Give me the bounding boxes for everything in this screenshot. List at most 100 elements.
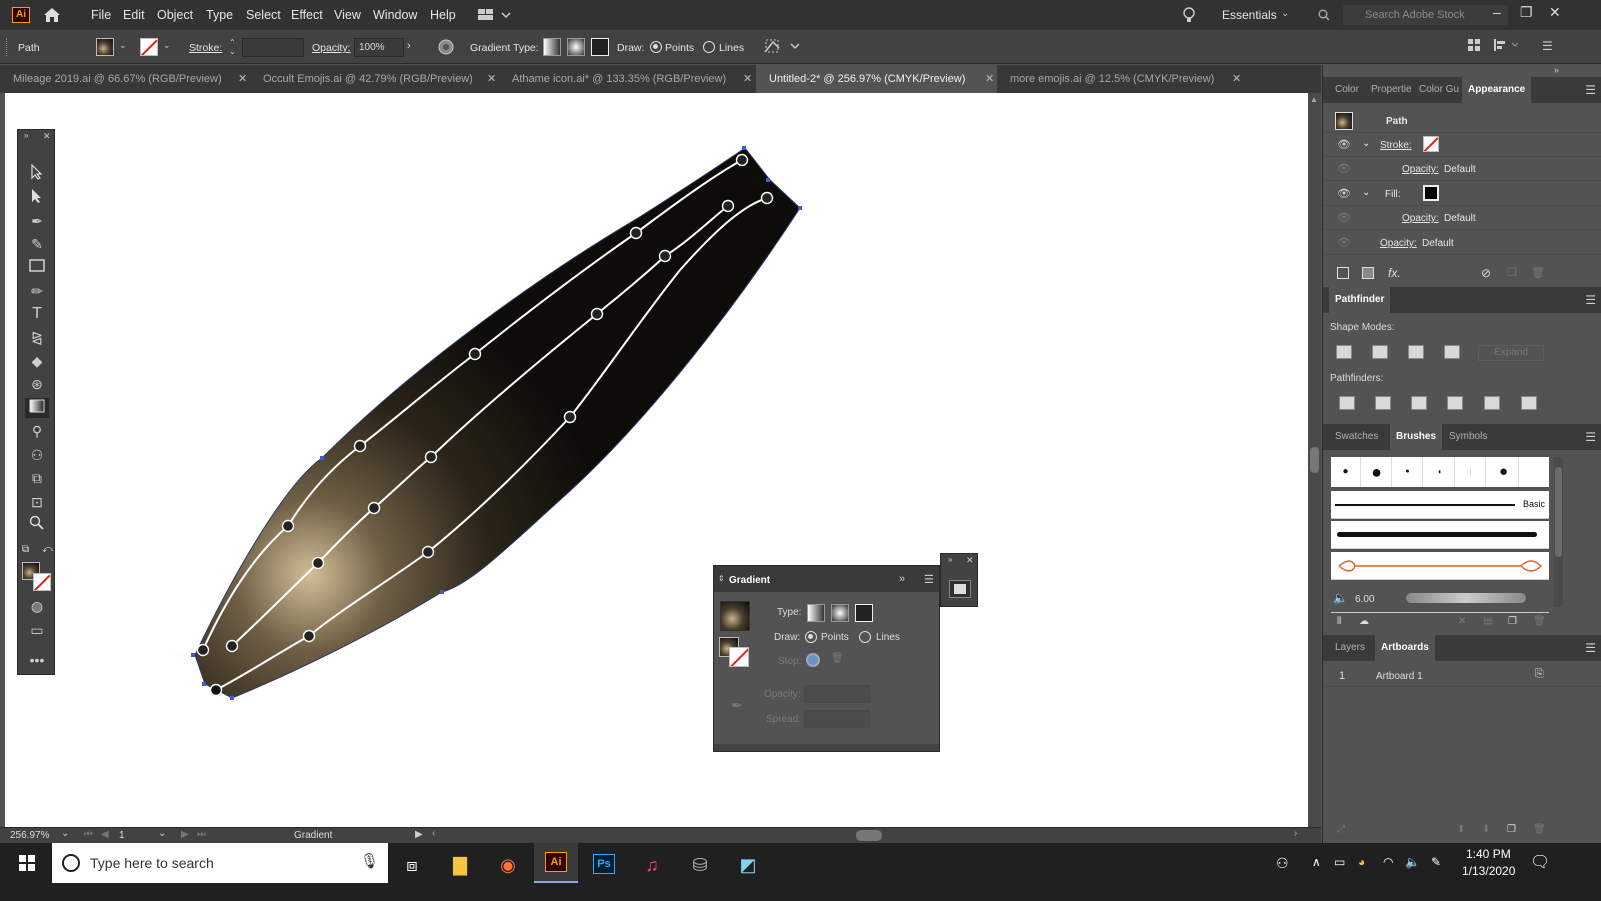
- align-panel-icon[interactable]: [1494, 39, 1522, 51]
- opacity-label[interactable]: Opacity:: [1380, 238, 1417, 249]
- brush-cell[interactable]: |: [1456, 457, 1486, 487]
- people-icon[interactable]: ⚇: [1276, 855, 1289, 872]
- pen-tool-icon[interactable]: ✒: [25, 211, 49, 231]
- exclude-button[interactable]: [1444, 345, 1460, 359]
- artwork[interactable]: [0, 0, 1308, 827]
- artboard-name[interactable]: Artboard 1: [1376, 671, 1423, 682]
- move-up-icon[interactable]: ⬆: [1457, 824, 1465, 835]
- blade-shape[interactable]: [194, 147, 801, 699]
- pen-tray-icon[interactable]: ✎: [1431, 855, 1441, 869]
- scroll-left-arrow-icon[interactable]: ‹: [432, 828, 435, 839]
- horizontal-scroll-thumb[interactable]: [856, 830, 882, 841]
- expand-button[interactable]: Expand: [1478, 345, 1544, 361]
- drawing-mode-icon[interactable]: ◍: [25, 596, 49, 616]
- tab-appearance[interactable]: Appearance: [1462, 77, 1532, 103]
- selection-tool-icon[interactable]: [25, 163, 49, 184]
- freeform-gradient-button[interactable]: [855, 604, 873, 622]
- screen-mode-icon[interactable]: ▭: [25, 620, 49, 640]
- minus-back-button[interactable]: [1521, 396, 1537, 410]
- linear-gradient-button[interactable]: [807, 604, 825, 622]
- gradient-panel-toggle-icon[interactable]: [949, 580, 971, 598]
- expand-panel-icon[interactable]: »: [948, 555, 952, 564]
- taskbar-search-input[interactable]: Type here to search: [90, 855, 214, 871]
- eyedropper-icon[interactable]: ✒: [731, 697, 743, 714]
- illustrator-taskbar-icon[interactable]: Ai: [534, 843, 578, 883]
- toolbox-stroke-swatch[interactable]: [33, 573, 51, 591]
- close-panel-icon[interactable]: ✕: [966, 555, 974, 566]
- brush-cell[interactable]: ●: [1393, 457, 1423, 487]
- clock-time[interactable]: 1:40 PM: [1466, 847, 1511, 861]
- clock-date[interactable]: 1/13/2020: [1462, 864, 1515, 878]
- brush-options-icon[interactable]: ▤: [1483, 616, 1492, 627]
- layers-panel-menu-icon[interactable]: ☰: [1585, 641, 1596, 655]
- opacity-label[interactable]: Opacity:: [1402, 213, 1439, 224]
- new-brush-icon[interactable]: ❐: [1508, 616, 1517, 627]
- rearrange-artboards-icon[interactable]: ⤢: [1337, 824, 1345, 835]
- tab-color-guide[interactable]: Color Gu: [1413, 77, 1465, 103]
- gradient-stop-color-icon[interactable]: [806, 653, 820, 667]
- brush-cell[interactable]: ◖: [1425, 457, 1455, 487]
- tab-pathfinder[interactable]: Pathfinder: [1329, 287, 1391, 313]
- itunes-icon[interactable]: ♫: [630, 850, 674, 880]
- delete-stop-icon[interactable]: 🗑: [831, 653, 844, 664]
- task-view-icon[interactable]: ⧈: [390, 850, 434, 880]
- libraries-panel-icon[interactable]: ☁: [1359, 616, 1369, 627]
- brushes-scroll-thumb[interactable]: [1555, 467, 1562, 557]
- direct-selection-tool-icon[interactable]: [25, 188, 49, 208]
- width-tool-icon[interactable]: ⊛: [25, 374, 49, 394]
- divide-button[interactable]: [1339, 396, 1355, 410]
- gradient-opacity-field[interactable]: [804, 685, 870, 703]
- first-artboard-icon[interactable]: ⏮: [84, 829, 93, 840]
- zoom-dropdown-chevron-icon[interactable]: ⌄: [61, 828, 69, 839]
- windows-start-icon[interactable]: [5, 850, 49, 880]
- tab-symbols[interactable]: Symbols: [1443, 424, 1493, 450]
- intersect-button[interactable]: [1408, 345, 1424, 359]
- tab-artboards[interactable]: Artboards: [1375, 635, 1435, 661]
- next-artboard-icon[interactable]: ▶: [181, 829, 189, 840]
- move-down-icon[interactable]: ⬇: [1482, 824, 1490, 835]
- brush-row-basic[interactable]: Basic: [1331, 491, 1549, 519]
- appearance-stroke-opacity-row[interactable]: 👁 Opacity: Default: [1323, 157, 1601, 181]
- clear-appearance-icon[interactable]: ⊘: [1481, 266, 1491, 280]
- new-artboard-icon[interactable]: ❐: [1507, 824, 1516, 835]
- add-new-stroke-icon[interactable]: [1337, 267, 1349, 279]
- taskbar-search-box[interactable]: Type here to search 🎙: [52, 843, 388, 883]
- microphone-icon[interactable]: 🎙: [360, 852, 379, 870]
- fill-swatch[interactable]: [1423, 185, 1439, 201]
- eye-icon[interactable]: 👁: [1337, 187, 1351, 200]
- delete-item-icon[interactable]: 🗑: [1531, 266, 1545, 279]
- appearance-stroke-row[interactable]: 👁 ⌄ Stroke:: [1323, 133, 1601, 157]
- remove-brush-stroke-icon[interactable]: ✕: [1458, 616, 1466, 627]
- merge-button[interactable]: [1411, 396, 1427, 410]
- zoom-tool-icon[interactable]: [25, 515, 49, 535]
- scroll-right-arrow-icon[interactable]: ›: [1294, 828, 1297, 839]
- brushes-scrollbar[interactable]: [1554, 457, 1563, 607]
- chrome-tray-icon[interactable]: ◕: [1358, 855, 1365, 869]
- arrange-panels-icon[interactable]: [1468, 39, 1480, 51]
- tab-color[interactable]: Color: [1329, 77, 1365, 103]
- brush-cell[interactable]: ●: [1362, 457, 1392, 487]
- brush-row-airbrush[interactable]: 🔈 6.00: [1331, 585, 1549, 613]
- eye-icon[interactable]: 👁: [1337, 138, 1351, 151]
- appearance-opacity-row[interactable]: 👁 Opacity: Default: [1323, 231, 1601, 255]
- default-fill-stroke-icon[interactable]: ⧉: [22, 544, 29, 555]
- stroke-swatch[interactable]: [1423, 136, 1439, 152]
- symbol-sprayer-tool-icon[interactable]: ⧉: [25, 468, 49, 488]
- firefox-icon[interactable]: ◉: [486, 850, 530, 880]
- app-icon[interactable]: ◩: [726, 850, 770, 880]
- pathfinder-panel-menu-icon[interactable]: ☰: [1585, 293, 1596, 307]
- collapse-panel-icon[interactable]: »: [899, 573, 905, 585]
- dock-collapse-icon[interactable]: »: [1554, 65, 1559, 75]
- delete-artboard-icon[interactable]: 🗑: [1533, 824, 1546, 835]
- gradient-spread-field[interactable]: [804, 710, 870, 728]
- artboard-dropdown-chevron-icon[interactable]: ⌄: [158, 828, 166, 839]
- fill-label[interactable]: Fill:: [1385, 189, 1401, 200]
- panel-menu-icon[interactable]: ☰: [1542, 39, 1553, 53]
- brush-cell[interactable]: ●: [1331, 457, 1361, 487]
- appearance-path-row[interactable]: Path: [1323, 109, 1601, 133]
- appearance-fill-opacity-row[interactable]: 👁 Opacity: Default: [1323, 206, 1601, 230]
- minimize-window-button[interactable]: –: [1493, 4, 1501, 20]
- brushes-panel-menu-icon[interactable]: ☰: [1585, 430, 1596, 444]
- brush-row-charcoal[interactable]: [1331, 521, 1549, 549]
- tab-brushes[interactable]: Brushes: [1390, 424, 1443, 450]
